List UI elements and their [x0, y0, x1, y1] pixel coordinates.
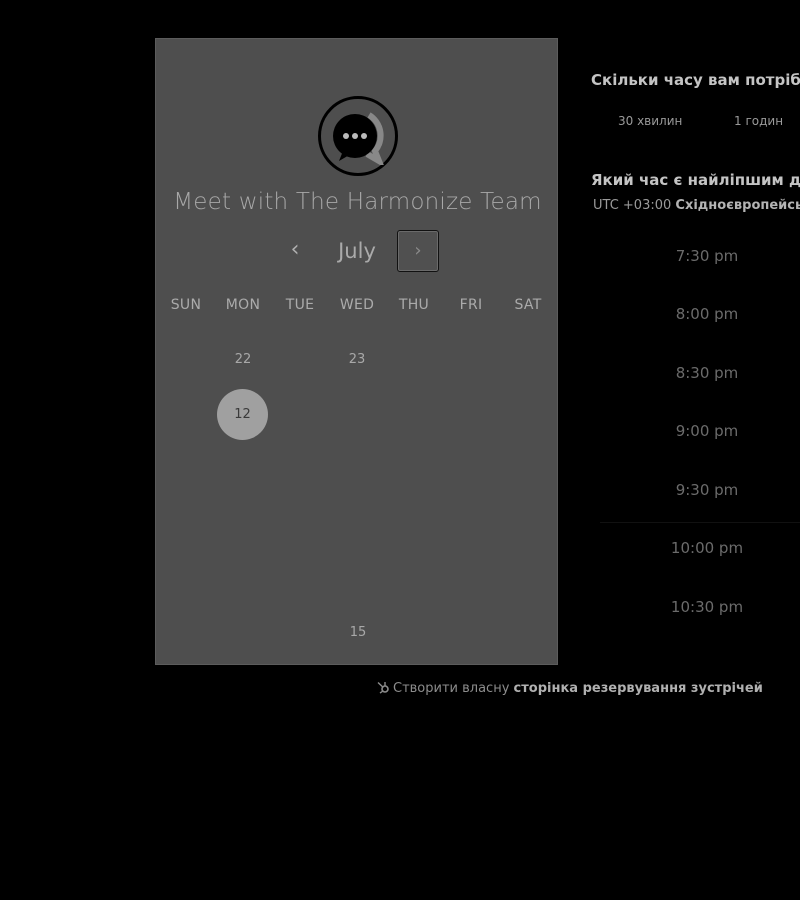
weekday-fri: FRI — [459, 297, 483, 313]
duration-heading: Скільки часу вам потрібно — [591, 71, 800, 89]
calendar-day[interactable]: 23 — [332, 352, 382, 367]
time-slot-label: 8:30 pm — [675, 364, 739, 382]
selected-day[interactable]: 12 — [217, 389, 268, 440]
hubspot-sprocket-icon — [376, 680, 390, 694]
next-month-button[interactable]: › — [397, 230, 439, 272]
calendar-day[interactable]: 22 — [218, 352, 268, 367]
time-slot[interactable]: 7:30 pm — [600, 236, 800, 276]
weekday-wed: WED — [339, 297, 375, 313]
time-slot[interactable]: 10:30 pm — [600, 587, 800, 627]
time-slot-label: 8:00 pm — [675, 305, 739, 323]
slot-divider — [600, 522, 800, 523]
footer-link[interactable]: сторінка резервування зустрічей — [514, 681, 763, 696]
time-slot-label: 10:30 pm — [670, 598, 744, 616]
footer-lead: Створити власну — [393, 681, 510, 696]
time-slot[interactable]: 10:00 pm — [600, 528, 800, 568]
create-booking-page-link[interactable]: Створити власну сторінка резервування зу… — [376, 680, 763, 696]
timezone-label[interactable]: UTC +03:00 Східноєвропейсь — [593, 198, 800, 213]
time-slot[interactable]: 8:00 pm — [600, 294, 800, 334]
page-title: Meet with The Harmonize Team — [173, 189, 542, 215]
chat-logo-icon — [318, 96, 398, 176]
weekday-tue: TUE — [285, 297, 315, 313]
time-slot-label: 9:30 pm — [675, 481, 739, 499]
duration-option-60[interactable]: 1 годин — [734, 114, 783, 128]
timezone-name: Східноєвропейсь — [675, 198, 800, 213]
weekday-sat: SAT — [514, 297, 542, 313]
time-slot[interactable]: 9:30 pm — [600, 470, 800, 510]
weekday-mon: MON — [225, 297, 261, 313]
month-label: July — [338, 239, 376, 263]
prev-month-button[interactable]: ‹ — [280, 235, 310, 265]
time-heading: Який час є найліпшим для — [591, 171, 800, 189]
weekday-thu: THU — [398, 297, 430, 313]
time-slot-label: 9:00 pm — [675, 422, 739, 440]
timezone-offset: UTC +03:00 — [593, 198, 672, 213]
time-slot[interactable]: 9:00 pm — [600, 411, 800, 451]
weekday-sun: SUN — [170, 297, 202, 313]
time-slot-label: 7:30 pm — [675, 247, 739, 265]
calendar-card: Meet with The Harmonize Team ‹ July › SU… — [155, 38, 558, 665]
time-slot[interactable]: 8:30 pm — [600, 353, 800, 393]
duration-option-30[interactable]: 30 хвилин — [618, 114, 682, 128]
calendar-day[interactable]: 15 — [333, 625, 383, 640]
time-slot-label: 10:00 pm — [670, 539, 744, 557]
